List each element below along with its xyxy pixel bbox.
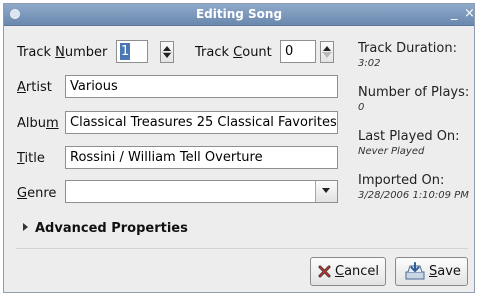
expander-triangle-icon [23, 223, 28, 231]
stepper-down-icon[interactable] [163, 53, 171, 58]
cancel-button[interactable]: Cancel [310, 257, 386, 286]
artist-field[interactable]: Various [65, 75, 338, 98]
album-field[interactable]: Classical Treasures 25 Classical Favorit… [65, 111, 338, 134]
separator [16, 248, 468, 249]
close-button[interactable]: × [464, 7, 474, 21]
minimize-button[interactable]: _ [451, 7, 458, 21]
title-label: Title [17, 151, 45, 166]
track-count-stepper[interactable] [320, 41, 334, 63]
title-bar[interactable]: Editing Song _ × [4, 4, 474, 26]
save-tray-icon [405, 262, 425, 280]
track-count-label: Track Count [195, 45, 272, 60]
advanced-properties-expander[interactable]: Advanced Properties [23, 221, 188, 236]
genre-label: Genre [17, 186, 57, 201]
track-number-label: Track Number [17, 45, 108, 60]
imported-on-label: Imported On: [358, 173, 445, 188]
number-of-plays-label: Number of Plays: [358, 85, 470, 100]
last-played-label: Last Played On: [358, 129, 460, 144]
track-duration-label: Track Duration: [358, 41, 457, 56]
genre-dropdown-button[interactable] [315, 181, 337, 202]
artist-label: Artist [17, 80, 52, 95]
album-label: Album [17, 116, 59, 131]
genre-combo[interactable] [65, 180, 338, 203]
stepper-up-icon[interactable] [163, 46, 171, 51]
cancel-label: Cancel [335, 264, 380, 279]
editing-song-dialog: Editing Song _ × Track Number 1 Track Co… [3, 3, 475, 293]
stepper-up-icon[interactable] [323, 46, 331, 51]
track-number-field[interactable]: 1 [116, 40, 148, 63]
track-count-field[interactable]: 0 [280, 40, 316, 63]
save-button[interactable]: Save [395, 257, 468, 286]
track-duration-value: 3:02 [358, 58, 381, 69]
window-title: Editing Song [195, 7, 283, 21]
chevron-down-icon [322, 188, 330, 193]
cancel-x-icon [318, 265, 331, 278]
imported-on-value: 3/28/2006 1:10:09 PM [358, 190, 469, 201]
title-field[interactable]: Rossini / William Tell Overture [65, 146, 338, 169]
track-number-stepper[interactable] [160, 41, 174, 63]
last-played-value: Never Played [358, 146, 425, 157]
stepper-down-icon[interactable] [323, 53, 331, 58]
number-of-plays-value: 0 [358, 102, 365, 113]
save-label: Save [429, 264, 461, 279]
